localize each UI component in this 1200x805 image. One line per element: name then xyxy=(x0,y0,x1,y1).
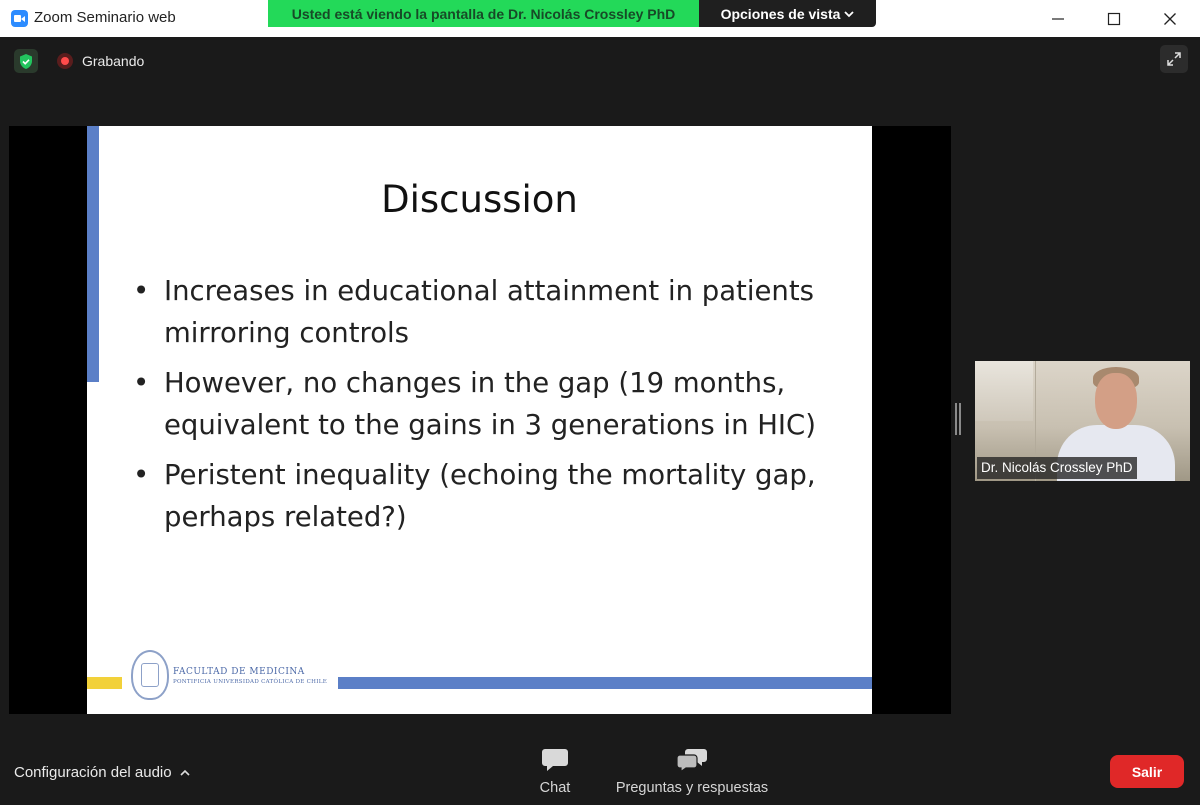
shared-screen: Discussion Increases in educational atta… xyxy=(9,126,951,714)
minimize-button[interactable] xyxy=(1030,0,1086,37)
slide-bullet: Peristent inequality (echoing the mortal… xyxy=(133,454,853,538)
maximize-icon xyxy=(1107,12,1121,25)
maximize-button[interactable] xyxy=(1086,0,1142,37)
slide-bullets: Increases in educational attainment in p… xyxy=(133,270,853,546)
faculty-name: FACULTAD DE MEDICINA xyxy=(173,667,305,677)
leave-button[interactable]: Salir xyxy=(1110,755,1184,788)
footer-blue-bar xyxy=(338,677,872,689)
slide-footer: FACULTAD DE MEDICINA PONTIFICIA UNIVERSI… xyxy=(87,646,872,710)
chat-button[interactable]: Chat xyxy=(528,748,582,796)
slide-bullet: However, no changes in the gap (19 month… xyxy=(133,362,853,446)
close-button[interactable] xyxy=(1142,0,1198,37)
footer-yellow-bar xyxy=(87,677,122,689)
university-seal-icon xyxy=(131,650,169,700)
panel-resize-handle[interactable] xyxy=(955,403,961,435)
chevron-up-icon xyxy=(180,769,190,776)
slide-bullet: Increases in educational attainment in p… xyxy=(133,270,853,354)
expand-icon xyxy=(1167,52,1181,66)
fullscreen-button[interactable] xyxy=(1160,45,1188,73)
participant-video-tile[interactable]: Dr. Nicolás Crossley PhD xyxy=(975,361,1190,481)
close-icon xyxy=(1164,12,1176,25)
view-options-button[interactable]: Opciones de vista xyxy=(699,0,876,27)
participant-name: Dr. Nicolás Crossley PhD xyxy=(977,457,1137,479)
view-options-label: Opciones de vista xyxy=(720,5,841,22)
audio-settings-button[interactable]: Configuración del audio xyxy=(14,764,190,781)
slide-accent-bar xyxy=(87,126,99,382)
participant-face xyxy=(1095,373,1137,429)
qa-button[interactable]: Preguntas y respuestas xyxy=(610,748,774,796)
window-title: Zoom Seminario web xyxy=(34,9,176,26)
minimize-icon xyxy=(1052,17,1064,20)
chevron-down-icon xyxy=(844,10,855,17)
qa-bubbles-icon xyxy=(676,749,707,772)
recording-icon xyxy=(57,53,73,69)
zoom-logo-icon xyxy=(11,10,28,27)
share-banner: Usted está viendo la pantalla de Dr. Nic… xyxy=(268,0,699,27)
qa-label: Preguntas y respuestas xyxy=(615,780,769,796)
presentation-slide: Discussion Increases in educational atta… xyxy=(87,126,872,714)
video-background xyxy=(975,361,1033,421)
recording-label: Grabando xyxy=(82,53,145,69)
audio-settings-label: Configuración del audio xyxy=(14,764,172,781)
slide-title: Discussion xyxy=(381,178,578,221)
chat-label: Chat xyxy=(539,780,571,796)
chat-bubble-icon xyxy=(542,749,568,771)
window-titlebar: Zoom Seminario web Usted está viendo la … xyxy=(0,0,1200,37)
security-shield-icon[interactable] xyxy=(14,49,38,73)
university-name: PONTIFICIA UNIVERSIDAD CATÓLICA DE CHILE xyxy=(173,679,328,685)
